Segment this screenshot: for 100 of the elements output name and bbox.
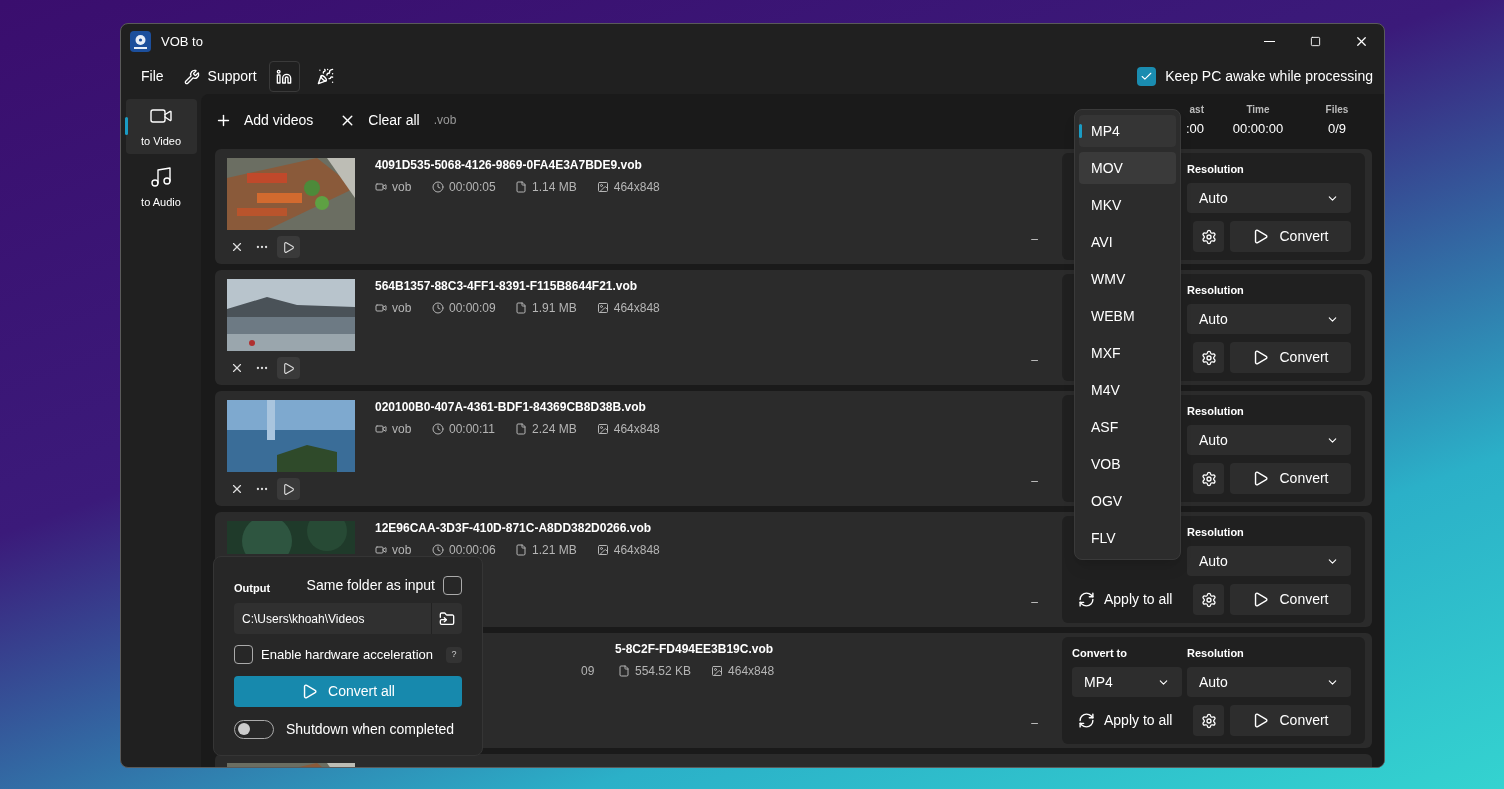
- field-label: Convert to: [1072, 647, 1127, 659]
- window-title: VOB to: [161, 32, 203, 51]
- format-option[interactable]: VOB: [1079, 448, 1176, 480]
- status-text: –: [1031, 473, 1038, 490]
- settings-button[interactable]: [1193, 584, 1224, 615]
- status-text: –: [1031, 594, 1038, 611]
- clock-icon: [432, 181, 444, 193]
- stat-label: ast: [1189, 102, 1204, 117]
- play-icon: [282, 482, 295, 496]
- keep-awake-checkbox[interactable]: Keep PC awake while processing: [1137, 66, 1373, 87]
- play-button[interactable]: [277, 236, 300, 258]
- format-option[interactable]: OGV: [1079, 485, 1176, 517]
- format-option[interactable]: AVI: [1079, 226, 1176, 258]
- clock-icon: [432, 544, 444, 556]
- duration-text: 00:00:11: [449, 421, 495, 438]
- video-icon: [375, 302, 387, 314]
- help-badge[interactable]: ?: [446, 646, 462, 663]
- dimensions-icon: [596, 302, 609, 314]
- same-folder-checkbox[interactable]: Same folder as input: [306, 574, 462, 596]
- app-logo-icon: [130, 31, 151, 52]
- duration-text: 09: [581, 663, 595, 680]
- field-label: Resolution: [1187, 283, 1244, 298]
- size-text: 1.91 MB: [532, 300, 577, 317]
- format-text: vob: [392, 421, 412, 438]
- convert-button[interactable]: Convert: [1230, 463, 1351, 494]
- minimize-icon: [1263, 41, 1275, 42]
- folder-icon: [439, 610, 455, 627]
- settings-icon: [1200, 712, 1217, 729]
- status-text: –: [1031, 715, 1038, 732]
- sidebar-item[interactable]: to Audio: [125, 160, 197, 215]
- resolution-dropdown[interactable]: Auto: [1187, 667, 1351, 697]
- format-option[interactable]: MXF: [1079, 337, 1176, 369]
- field-label: Resolution: [1187, 525, 1244, 540]
- convert-button[interactable]: Convert: [1230, 342, 1351, 373]
- dimensions-text: 464x848: [728, 663, 775, 680]
- video-icon: [375, 544, 387, 556]
- stat-value: 00:00:00: [1232, 119, 1284, 138]
- stat-label: Time: [1246, 102, 1270, 117]
- duration-text: 00:00:05: [449, 179, 496, 196]
- format-option[interactable]: ASF: [1079, 411, 1176, 443]
- convert-all-button[interactable]: Convert all: [234, 675, 462, 707]
- dimensions-text: 464x848: [613, 421, 660, 438]
- field-label: Resolution: [1187, 646, 1244, 661]
- linkedin-icon: [276, 68, 293, 85]
- dimensions-icon: [596, 181, 609, 193]
- play-button[interactable]: [277, 357, 300, 379]
- resolution-dropdown[interactable]: Auto: [1187, 425, 1351, 455]
- apply-all-button[interactable]: Apply to all: [1072, 584, 1182, 615]
- file-name: 5-8C2F-FD494EE3B19C.vob: [615, 641, 775, 657]
- add-videos-button[interactable]: Add videos: [215, 109, 314, 131]
- file-icon: [618, 665, 630, 677]
- settings-button[interactable]: [1193, 342, 1224, 373]
- convert-button[interactable]: Convert: [1230, 584, 1351, 615]
- stat-value: :00: [1185, 119, 1204, 138]
- format-option[interactable]: WEBM: [1079, 300, 1176, 332]
- status-text: –: [1031, 352, 1038, 369]
- play-icon: [1252, 470, 1270, 487]
- format-option[interactable]: MOV: [1079, 152, 1176, 184]
- play-icon: [1252, 349, 1270, 366]
- close-icon: [230, 361, 244, 375]
- format-option[interactable]: FLV: [1079, 522, 1176, 554]
- file-menu[interactable]: File: [131, 61, 174, 92]
- play-icon: [1252, 228, 1270, 245]
- resolution-dropdown[interactable]: Auto: [1187, 183, 1351, 213]
- hardware-acceleration-checkbox[interactable]: Enable hardware acceleration: [234, 645, 433, 665]
- resolution-dropdown[interactable]: Auto: [1187, 546, 1351, 576]
- duration-text: 00:00:06: [449, 542, 496, 559]
- format-option[interactable]: WMV: [1079, 263, 1176, 295]
- convert-button[interactable]: Convert: [1230, 221, 1351, 252]
- stat-value: 0/9: [1327, 119, 1347, 138]
- format-text: vob: [392, 179, 412, 196]
- format-option[interactable]: M4V: [1079, 374, 1176, 406]
- wrench-icon: [183, 68, 200, 85]
- output-path-field[interactable]: C:\Users\khoah\Videos: [234, 603, 462, 634]
- format-option[interactable]: MP4: [1079, 115, 1176, 147]
- settings-button[interactable]: [1193, 221, 1224, 252]
- dimensions-icon: [711, 665, 724, 677]
- play-icon: [1252, 591, 1270, 608]
- play-icon: [282, 361, 295, 375]
- settings-icon: [1200, 228, 1217, 245]
- support-menu[interactable]: Support: [173, 61, 267, 92]
- play-button[interactable]: [277, 478, 300, 500]
- linkedin-button[interactable]: [268, 61, 300, 92]
- convert-button[interactable]: Convert: [1230, 705, 1351, 736]
- dimensions-icon: [596, 544, 609, 556]
- clear-all-button[interactable]: Clear all: [339, 109, 420, 131]
- file-name: 020100B0-407A-4361-BDF1-84369CB8D38B.vob: [375, 399, 647, 415]
- size-text: 554.52 KB: [635, 663, 692, 680]
- sidebar-item[interactable]: to Video: [125, 99, 197, 154]
- settings-button[interactable]: [1193, 463, 1224, 494]
- dimensions-text: 464x848: [613, 300, 660, 317]
- video-icon: [375, 423, 387, 435]
- format-text: vob: [392, 542, 412, 559]
- settings-button[interactable]: [1193, 705, 1224, 736]
- resolution-dropdown[interactable]: Auto: [1187, 304, 1351, 334]
- dimensions-icon: [596, 423, 609, 435]
- close-icon: [230, 240, 244, 254]
- format-option[interactable]: MKV: [1079, 189, 1176, 221]
- format-dropdown[interactable]: MP4: [1072, 667, 1182, 697]
- apply-all-button[interactable]: Apply to all: [1072, 705, 1182, 736]
